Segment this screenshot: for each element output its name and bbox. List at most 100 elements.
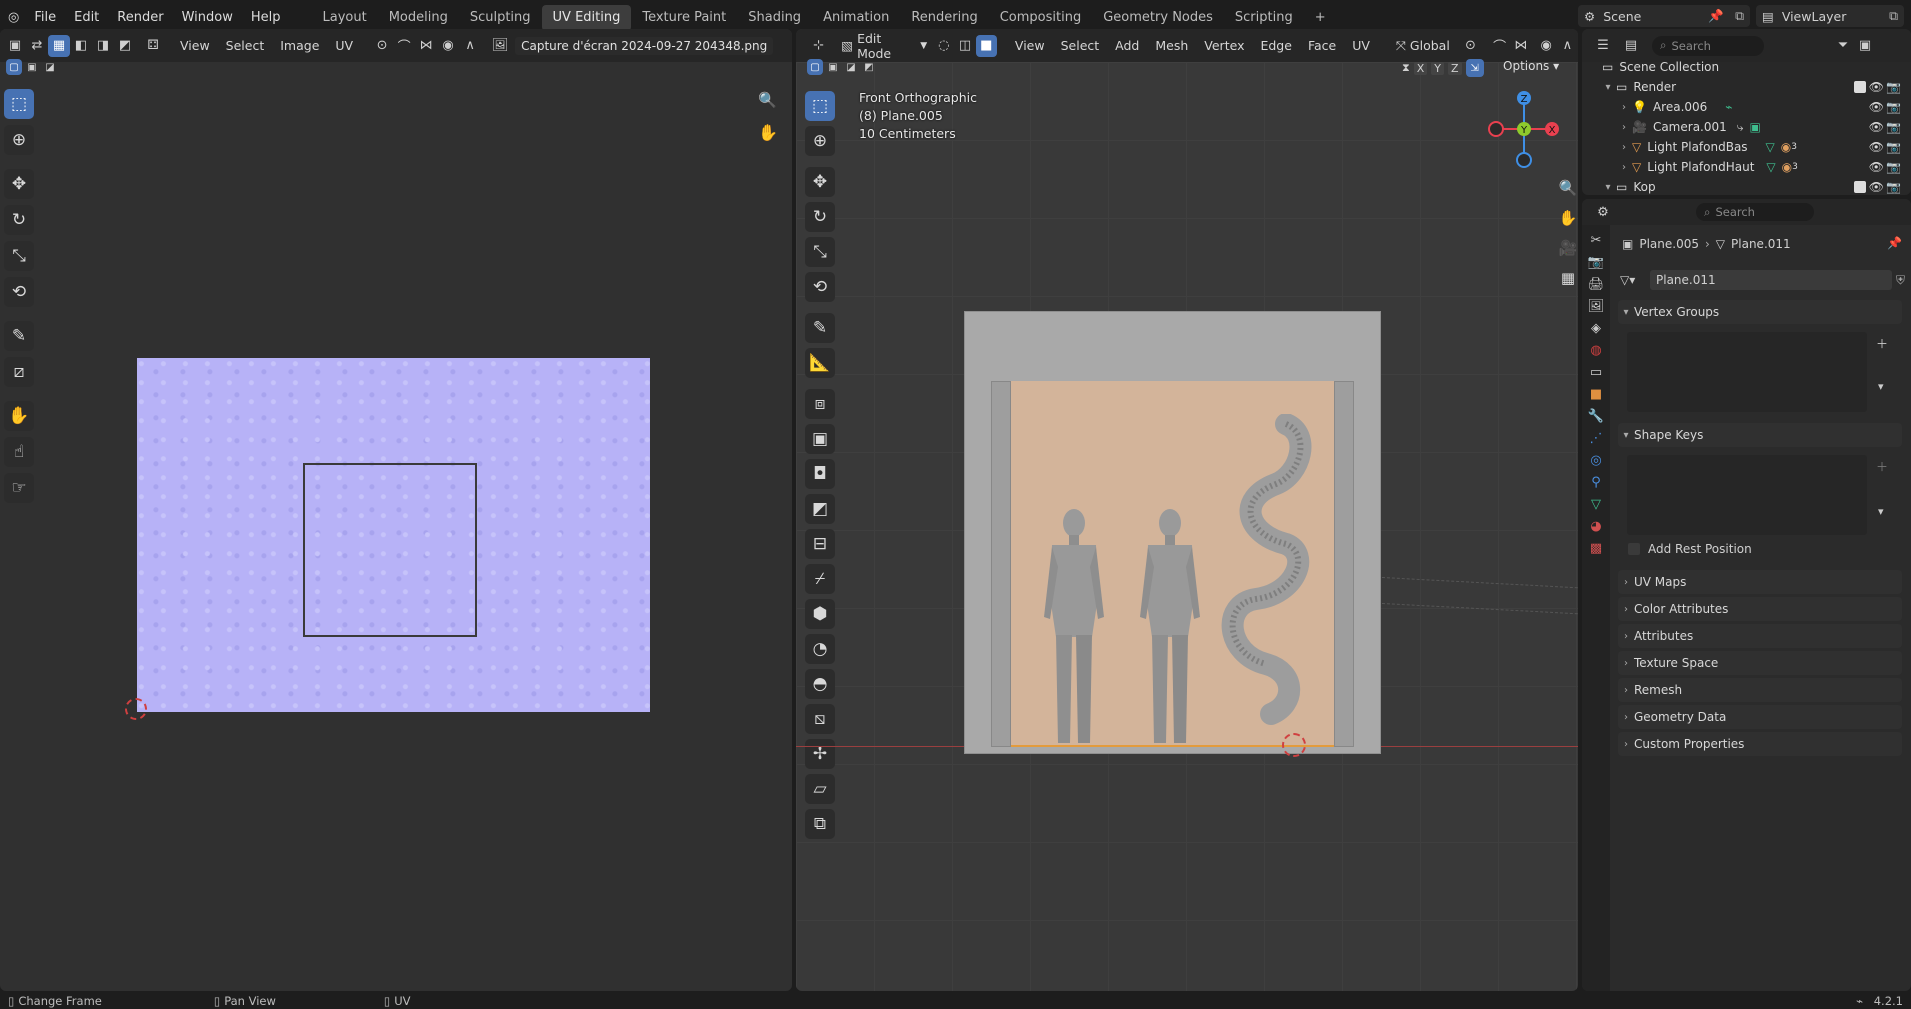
fake-user-icon[interactable]: ⛨: [1896, 273, 1905, 288]
properties-search[interactable]: ⌕ Search: [1696, 203, 1814, 221]
add-icon[interactable]: ＋: [1876, 335, 1888, 352]
face-mode-icon[interactable]: ■: [975, 34, 997, 57]
chevron-right-icon[interactable]: ›: [1616, 162, 1632, 173]
chevron-down-icon[interactable]: ▾: [1878, 505, 1884, 518]
output-tab-icon[interactable]: 🖨: [1588, 277, 1605, 292]
tab-sculpting[interactable]: Sculpting: [459, 5, 542, 31]
vertex-select-icon[interactable]: ▦: [48, 34, 70, 57]
filter-icon[interactable]: ⏷: [1832, 35, 1854, 57]
panel-vertex-groups[interactable]: ▾ Vertex Groups: [1618, 300, 1902, 324]
uv-menu-view[interactable]: View: [172, 38, 218, 53]
outliner-row-render[interactable]: ▾ ▭ Render 👁 📷: [1580, 77, 1904, 97]
mirror-icon[interactable]: ⧗: [1402, 61, 1410, 75]
mirror-z-toggle[interactable]: Z: [1448, 61, 1462, 75]
mode-selector[interactable]: ▧ Edit Mode ▼: [835, 29, 933, 63]
loop-cut-icon[interactable]: ⊟: [805, 529, 835, 559]
panel-shape-keys[interactable]: ▾ Shape Keys: [1618, 423, 1902, 447]
outliner-row-light-plafondbas[interactable]: › ▽ Light PlafondBas ▽ ◉ 3 👁 📷: [1580, 137, 1904, 157]
relax-icon[interactable]: ☝: [4, 437, 34, 467]
material-tab-icon[interactable]: ◕: [1590, 519, 1601, 534]
checkbox-icon[interactable]: [1854, 181, 1866, 193]
mesh-browse-icon[interactable]: ▽▾: [1620, 273, 1650, 287]
modifier-tab-icon[interactable]: 🔧: [1588, 409, 1604, 424]
camera-render-icon[interactable]: 📷: [1886, 180, 1901, 194]
mirror-x-toggle[interactable]: X: [1413, 61, 1428, 75]
editor-type-icon[interactable]: ☰: [1592, 35, 1614, 57]
select-subtract-icon[interactable]: ◪: [42, 59, 58, 75]
vp-menu-add[interactable]: Add: [1107, 38, 1147, 53]
knife-icon[interactable]: ⌿: [805, 564, 835, 594]
ortho-grid-icon[interactable]: ▦: [1554, 264, 1578, 292]
render-tab-icon[interactable]: 📷: [1588, 255, 1604, 270]
panel-geometry-data[interactable]: › Geometry Data: [1618, 705, 1902, 729]
snap-target-icon[interactable]: ⋈: [415, 35, 437, 57]
extrude-icon[interactable]: ▣: [805, 424, 835, 454]
island-select-icon[interactable]: ◩: [114, 35, 136, 57]
eye-icon[interactable]: 👁: [1869, 80, 1884, 94]
camera-render-icon[interactable]: 📷: [1886, 140, 1901, 154]
edge-slide-icon[interactable]: ⧅: [805, 704, 835, 734]
texture-tab-icon[interactable]: ▩: [1590, 541, 1602, 556]
select-subtract-icon[interactable]: ◪: [843, 59, 859, 75]
camera-render-icon[interactable]: 📷: [1886, 120, 1901, 134]
world-tab-icon[interactable]: ◍: [1590, 343, 1601, 358]
image-browse-icon[interactable]: 🖼: [489, 35, 511, 57]
chevron-right-icon[interactable]: ›: [1616, 102, 1632, 113]
camera-render-icon[interactable]: 📷: [1886, 80, 1901, 94]
tab-texture-paint[interactable]: Texture Paint: [631, 5, 737, 31]
tab-shading[interactable]: Shading: [737, 5, 812, 31]
add-rest-position-row[interactable]: Add Rest Position: [1628, 542, 1752, 556]
select-box-icon[interactable]: ⬚: [805, 91, 835, 121]
pivot-icon[interactable]: ⊙: [1460, 35, 1481, 57]
scale-icon[interactable]: ⤡: [805, 237, 835, 267]
select-new-icon[interactable]: ▢: [807, 59, 823, 75]
select-box-icon[interactable]: ⬚: [4, 89, 34, 119]
move-icon[interactable]: ✥: [805, 167, 835, 197]
chevron-down-icon[interactable]: ▾: [1600, 182, 1616, 193]
transform-icon[interactable]: ⟲: [805, 272, 835, 302]
vp-menu-view[interactable]: View: [1007, 38, 1053, 53]
new-collection-icon[interactable]: ▣: [1854, 35, 1876, 57]
chevron-down-icon[interactable]: ▾: [1878, 380, 1884, 393]
scale-icon[interactable]: ⤡: [4, 241, 34, 271]
shear-icon[interactable]: ▱: [805, 774, 835, 804]
eye-icon[interactable]: 👁: [1869, 120, 1884, 134]
spin-icon[interactable]: ◔: [805, 634, 835, 664]
copy-icon[interactable]: ⧉: [1735, 8, 1744, 24]
add-workspace-button[interactable]: +: [1304, 5, 1337, 31]
vertex-groups-list[interactable]: [1627, 332, 1867, 412]
particles-tab-icon[interactable]: ⋰: [1590, 431, 1603, 446]
tab-animation[interactable]: Animation: [812, 5, 900, 31]
viewlayer-selector[interactable]: ▤ ViewLayer ⧉: [1756, 5, 1904, 27]
select-new-icon[interactable]: ▢: [6, 59, 22, 75]
scene-selector[interactable]: ⚙ Scene 📌 ⧉: [1578, 5, 1750, 27]
mirror-y-toggle[interactable]: Y: [1431, 61, 1445, 75]
proportional-edit-icon[interactable]: ◉: [437, 35, 459, 57]
measure-icon[interactable]: 📐: [805, 348, 835, 378]
panel-color-attributes[interactable]: › Color Attributes: [1618, 597, 1902, 621]
tab-compositing[interactable]: Compositing: [989, 5, 1093, 31]
3d-cursor-icon[interactable]: [1282, 733, 1306, 757]
uv-menu-select[interactable]: Select: [218, 38, 273, 53]
zoom-icon[interactable]: 🔍: [1554, 174, 1578, 202]
checkbox-icon[interactable]: [1854, 81, 1866, 93]
data-tab-icon[interactable]: ▽: [1591, 497, 1601, 512]
select-extend-icon[interactable]: ▣: [24, 59, 40, 75]
chevron-right-icon[interactable]: ›: [1616, 122, 1632, 133]
pan-hand-icon[interactable]: ✋: [1554, 204, 1578, 232]
vp-menu-select[interactable]: Select: [1053, 38, 1108, 53]
physics-tab-icon[interactable]: ◎: [1590, 453, 1601, 468]
image-name-field[interactable]: Capture d'écran 2024-09-27 204348.png: [515, 36, 774, 55]
display-mode-icon[interactable]: ▤: [1620, 35, 1642, 57]
panel-attributes[interactable]: › Attributes: [1618, 624, 1902, 648]
pivot-icon[interactable]: ⊙: [371, 35, 393, 57]
pin-icon[interactable]: 📌: [1708, 8, 1724, 24]
smooth-icon[interactable]: ◓: [805, 669, 835, 699]
snap-target-icon[interactable]: ⋈: [1510, 35, 1531, 57]
editor-type-icon[interactable]: ▣: [4, 35, 26, 57]
poly-build-icon[interactable]: ⬢: [805, 599, 835, 629]
shape-keys-list[interactable]: [1627, 455, 1867, 535]
camera-render-icon[interactable]: 📷: [1886, 100, 1901, 114]
edge-select-icon[interactable]: ◧: [70, 35, 92, 57]
move-icon[interactable]: ✥: [4, 169, 34, 199]
